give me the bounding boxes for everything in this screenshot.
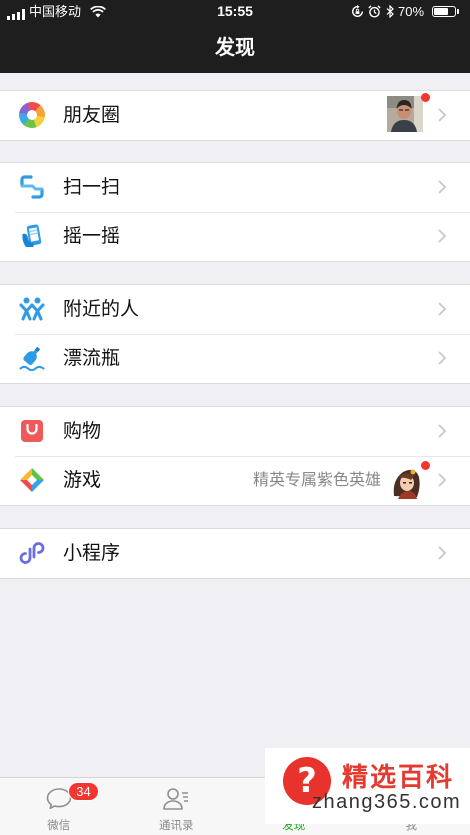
carrier-name: 中国移动: [29, 4, 82, 19]
battery-cap: [457, 9, 459, 14]
people-nearby-icon: [19, 296, 45, 322]
tab-chats[interactable]: 34 微信: [0, 778, 118, 835]
item-label: 摇一摇: [63, 226, 121, 247]
battery-level-fill: [434, 8, 448, 15]
discover-item-shopping[interactable]: 购物: [0, 407, 470, 456]
item-label: 小程序: [63, 543, 121, 564]
chevron-right-icon: [438, 424, 447, 438]
chevron-right-icon: [438, 546, 447, 560]
scan-icon: [19, 174, 45, 200]
menu-group-nearby-bottle: 附近的人 漂流瓶: [0, 285, 470, 383]
moments-icon: [19, 102, 45, 128]
discover-item-games[interactable]: 游戏 精英专属紫色英雄: [0, 456, 470, 505]
menu-group-mini-programs: 小程序: [0, 529, 470, 578]
status-bar: 中国移动 15:55 70%: [0, 0, 470, 24]
site-watermark: ? 精选百科 zhang365.com: [265, 748, 470, 824]
tab-contacts[interactable]: 通讯录: [118, 778, 236, 835]
menu-group-shopping-games: 购物 游戏 精英专属紫色英雄: [0, 407, 470, 505]
cellular-signal-icon: [7, 7, 26, 20]
unread-count-badge: 34: [68, 782, 99, 801]
item-label: 扫一扫: [63, 177, 121, 198]
page-title: 发现: [215, 37, 255, 59]
chevron-right-icon: [438, 351, 447, 365]
tab-label: 微信: [47, 820, 71, 832]
item-label: 游戏: [63, 470, 102, 491]
discover-list: 朋友圈 扫一扫 摇一摇 附近的人 漂流瓶 购物 游戏 精英专属紫色英雄 小程序: [0, 73, 470, 578]
navigation-bar: 发现: [0, 24, 470, 73]
battery-percentage: 70%: [398, 4, 425, 19]
chevron-right-icon: [438, 302, 447, 316]
discover-item-shake[interactable]: 摇一摇: [0, 212, 470, 261]
moments-latest-photo-thumbnail: [387, 96, 423, 132]
shopping-bag-icon: [19, 418, 45, 444]
clock: 15:55: [217, 3, 253, 19]
discover-item-mini-programs[interactable]: 小程序: [0, 529, 470, 578]
contacts-icon: [162, 785, 190, 813]
chevron-right-icon: [438, 229, 447, 243]
watermark-domain: zhang365.com: [312, 791, 462, 813]
discover-item-drift-bottle[interactable]: 漂流瓶: [0, 334, 470, 383]
chevron-right-icon: [438, 108, 447, 122]
games-promo-text: 精英专属紫色英雄: [252, 472, 381, 489]
item-label: 朋友圈: [63, 105, 121, 126]
shake-icon: [19, 223, 45, 249]
rotation-lock-icon: [351, 5, 364, 18]
menu-group-scan-shake: 扫一扫 摇一摇: [0, 163, 470, 261]
wifi-icon: [90, 5, 106, 18]
item-label: 附近的人: [63, 299, 140, 320]
games-icon: [19, 467, 45, 493]
chevron-right-icon: [438, 180, 447, 194]
item-label: 购物: [63, 421, 102, 442]
discover-item-scan[interactable]: 扫一扫: [0, 163, 470, 212]
discover-item-moments[interactable]: 朋友圈: [0, 91, 470, 140]
new-moments-dot: [421, 93, 430, 102]
new-games-dot: [421, 461, 430, 470]
game-hero-avatar: [389, 465, 423, 499]
alarm-icon: [368, 5, 381, 18]
bluetooth-icon: [386, 4, 394, 19]
chevron-right-icon: [438, 473, 447, 487]
battery-icon: [432, 6, 456, 17]
drift-bottle-icon: [19, 345, 45, 371]
tab-label: 通讯录: [159, 820, 194, 832]
discover-item-people-nearby[interactable]: 附近的人: [0, 285, 470, 334]
menu-group-moments: 朋友圈: [0, 91, 470, 140]
item-label: 漂流瓶: [63, 348, 121, 369]
mini-program-icon: [19, 540, 45, 566]
watermark-title: 精选百科: [342, 762, 455, 792]
